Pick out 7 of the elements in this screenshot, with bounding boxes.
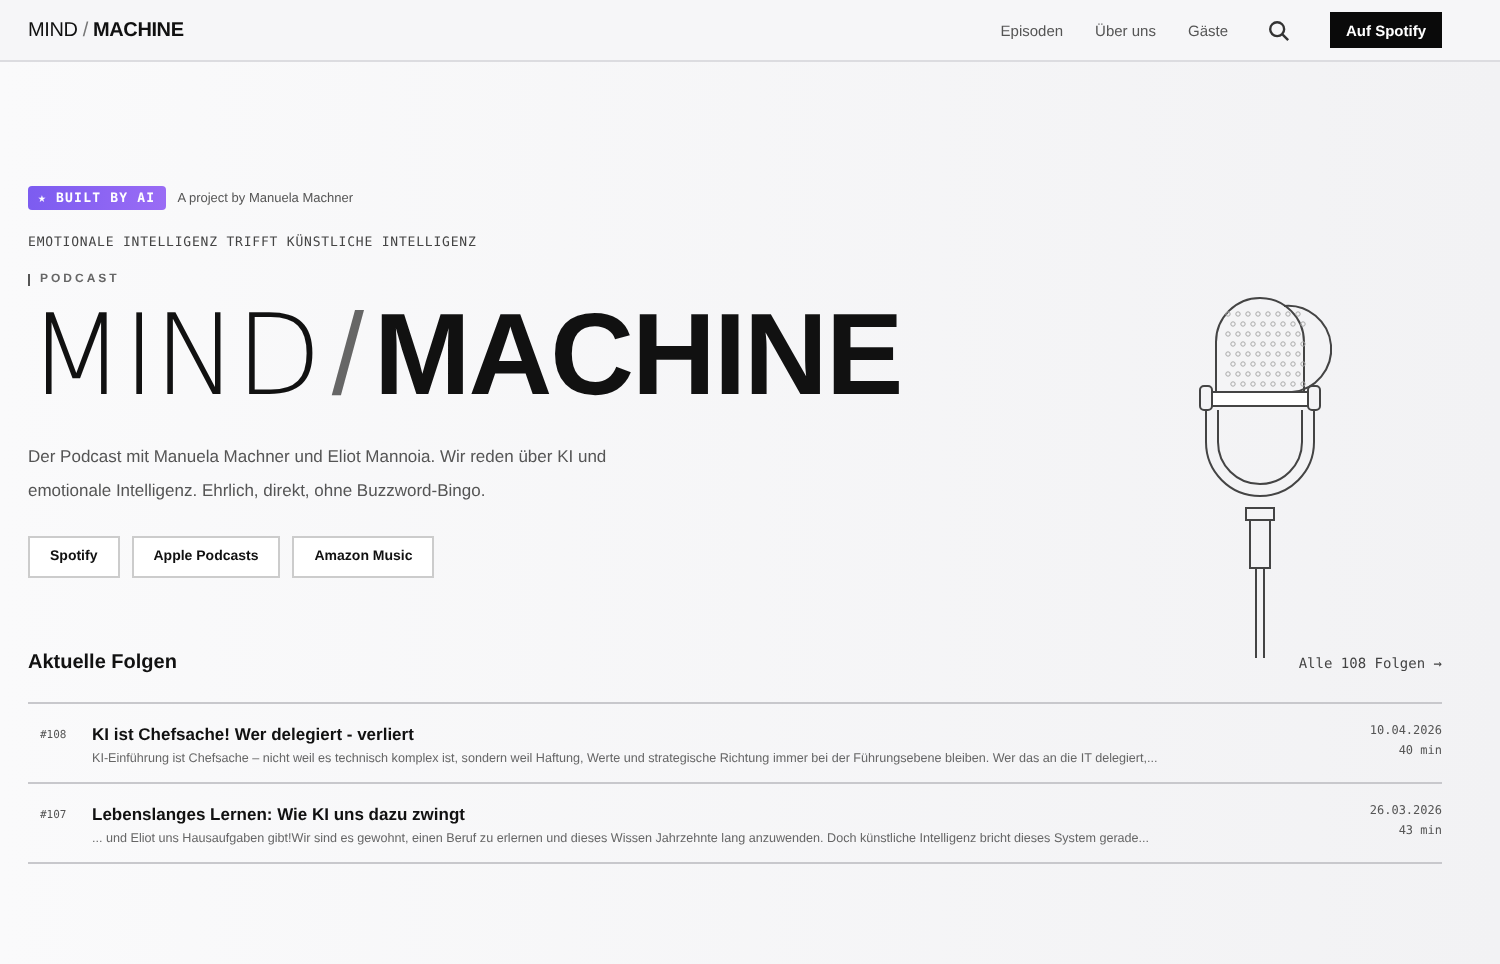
hero-description: Der Podcast mit Manuela Machner und Eliot Mannoia. Wir reden über KI und emotionale Intelligenz. Ehrlich, direkt, ohne Buzzword-Bingo. <box>28 444 608 504</box>
episode-title: KI ist Chefsache! Wer delegiert - verliert <box>92 724 416 744</box>
hero-title: MIND/MACHINE <box>28 294 902 420</box>
site-logo[interactable]: MIND / MACHINE <box>28 19 184 41</box>
episode-title: Lebenslanges Lernen: Wie KI uns dazu zwingt <box>92 804 467 824</box>
search-icon[interactable] <box>1268 19 1290 41</box>
section-heading: Aktuelle Folgen <box>28 652 177 674</box>
